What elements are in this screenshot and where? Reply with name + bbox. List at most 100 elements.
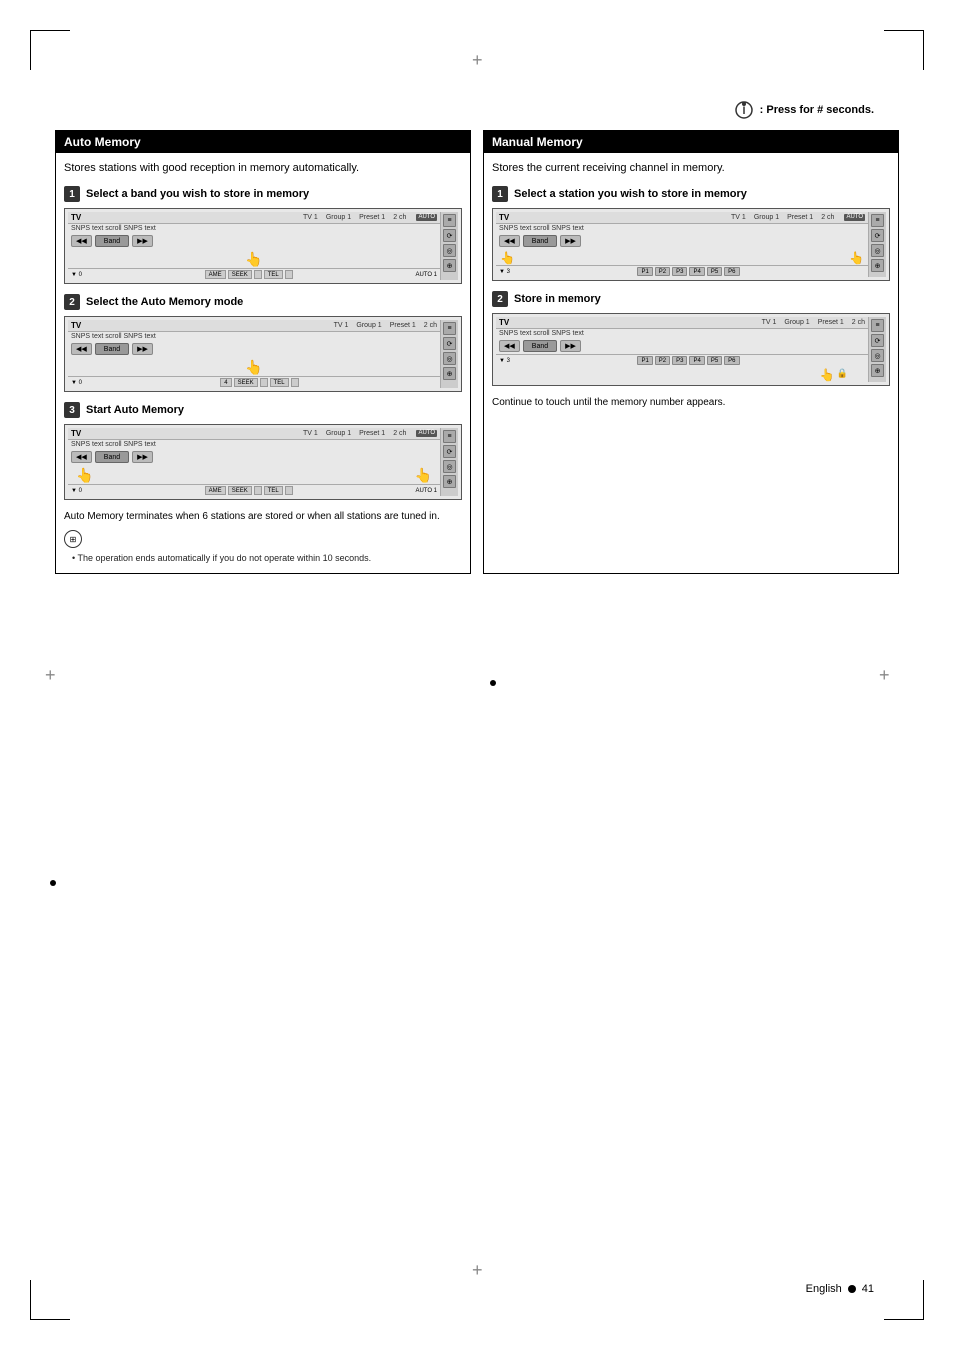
manual-preset2-p1[interactable]: P1 xyxy=(637,356,652,365)
auto-memory-desc: Stores stations with good reception in m… xyxy=(64,161,462,176)
bullet-dot-right xyxy=(490,680,496,686)
tv-band-btn-1[interactable]: Band xyxy=(95,235,129,247)
manual-tv-band-1[interactable]: Band xyxy=(523,235,557,247)
tv-full-3: TV TV 1 Group 1 Preset 1 2 ch AUTO SNPS … xyxy=(68,428,458,496)
tv-ame-1[interactable]: AME xyxy=(205,270,226,279)
tv-side-2: ≡ ⟳ ◎ ⊕ xyxy=(440,320,458,388)
manual-tv-info-1c: Preset 1 xyxy=(787,214,813,221)
auto-memory-note: Auto Memory terminates when 6 stations a… xyxy=(64,510,462,524)
tv-extra-3 xyxy=(285,486,293,495)
touch-2: 👆 xyxy=(68,359,440,376)
tv-presets-3: AME SEEK TEL xyxy=(84,486,413,495)
manual-preset-p6[interactable]: P6 xyxy=(724,267,739,276)
manual-memory-desc: Stores the current receiving channel in … xyxy=(492,161,890,176)
tv-info-3a: TV 1 xyxy=(303,430,318,437)
tv-prev-btn-1[interactable]: ◀◀ xyxy=(71,235,92,247)
tv-info-1b: Group 1 xyxy=(326,214,351,221)
tv-header-1: TV TV 1 Group 1 Preset 1 2 ch AUTO xyxy=(68,212,440,224)
manual-tv-label-1: TV xyxy=(499,213,509,222)
touch-hand-3a: 👆 xyxy=(76,467,93,484)
tv-next-btn-3[interactable]: ▶▶ xyxy=(132,451,153,463)
tv-prev-btn-3[interactable]: ◀◀ xyxy=(71,451,92,463)
tv-seek-2[interactable]: SEEK xyxy=(234,378,258,387)
manual-tv-next-2[interactable]: ▶▶ xyxy=(560,340,581,352)
manual-tv-prev-1[interactable]: ◀◀ xyxy=(499,235,520,247)
manual-touch-2: 👆 🔒 xyxy=(496,368,868,382)
tv-controls-2: ◀◀ Band ▶▶ xyxy=(71,343,437,355)
manual-tv-info-1: TV 1 Group 1 Preset 1 2 ch AUTO xyxy=(731,214,865,221)
tv-band-btn-3[interactable]: Band xyxy=(95,451,129,463)
manual-preset-p3[interactable]: P3 xyxy=(672,267,687,276)
tv-vol-1: ▼ 0 xyxy=(71,272,82,278)
manual-preset-p1[interactable]: P1 xyxy=(637,267,652,276)
manual-preset2-p3[interactable]: P3 xyxy=(672,356,687,365)
manual-tv-info-2c: Preset 1 xyxy=(818,319,844,326)
manual-tv-full-2: TV TV 1 Group 1 Preset 1 2 ch SNPS text … xyxy=(496,317,886,382)
manual-preset-p5[interactable]: P5 xyxy=(707,267,722,276)
tv-presets-1: AME SEEK TEL xyxy=(84,270,413,279)
side-icon-1c: ◎ xyxy=(443,244,456,257)
tv-seek-1[interactable]: SEEK xyxy=(228,270,252,279)
tv-band-btn-2[interactable]: Band xyxy=(95,343,129,355)
tv-scroll-1: SNPS text scroll SNPS text xyxy=(71,225,437,232)
side-icon-2c: ◎ xyxy=(443,352,456,365)
manual-tv-info-2d: 2 ch xyxy=(852,319,865,326)
auto-memory-step-1-header: 1 Select a band you wish to store in mem… xyxy=(64,186,462,202)
tv-next-btn-2[interactable]: ▶▶ xyxy=(132,343,153,355)
manual-preset2-p5[interactable]: P5 xyxy=(707,356,722,365)
manual-preset2-p2[interactable]: P2 xyxy=(655,356,670,365)
manual-memory-note: Continue to touch until the memory numbe… xyxy=(492,396,890,410)
tv-info-3c: Preset 1 xyxy=(359,430,385,437)
auto-memory-panel: Auto Memory Stores stations with good re… xyxy=(55,130,471,574)
manual-tv-body-1: ◀◀ Band ▶▶ xyxy=(496,233,868,249)
tv-info-1a: TV 1 xyxy=(303,214,318,221)
tv-seek-3[interactable]: SEEK xyxy=(228,486,252,495)
press-icon xyxy=(734,100,754,120)
tv-prev-btn-2[interactable]: ◀◀ xyxy=(71,343,92,355)
side-icon-3b: ⟳ xyxy=(443,445,456,458)
tv-header-3: TV TV 1 Group 1 Preset 1 2 ch AUTO xyxy=(68,428,440,440)
auto-memory-step-1-tv: TV TV 1 Group 1 Preset 1 2 ch AUTO SNPS … xyxy=(64,208,462,284)
tv-info-2c: Preset 1 xyxy=(390,322,416,329)
manual-preset-p4[interactable]: P4 xyxy=(689,267,704,276)
manual-memory-panel: Manual Memory Stores the current receivi… xyxy=(483,130,899,574)
manual-memory-title: Manual Memory xyxy=(492,135,583,149)
tv-info-3: TV 1 Group 1 Preset 1 2 ch AUTO xyxy=(303,430,437,437)
manual-preset-p2[interactable]: P2 xyxy=(655,267,670,276)
side-icon-3a: ≡ xyxy=(443,430,456,443)
tv-info-2: TV 1 Group 1 Preset 1 2 ch xyxy=(334,322,437,329)
manual-tv-next-1[interactable]: ▶▶ xyxy=(560,235,581,247)
tv-tel-3[interactable]: TEL xyxy=(264,486,283,495)
crosshair-bottom xyxy=(477,1270,497,1290)
store-icon: 🔒 xyxy=(837,368,848,382)
tv-ame-2[interactable]: 4 xyxy=(220,378,231,387)
bullet-note-text: The operation ends automatically if you … xyxy=(78,553,372,563)
tv-controls-1: ◀◀ Band ▶▶ xyxy=(71,235,437,247)
page-dot xyxy=(848,1285,856,1293)
manual-tv-side-2: ≡ ⟳ ◎ ⊕ xyxy=(868,317,886,382)
crosshair-top xyxy=(477,60,497,80)
manual-tv-scroll-2: SNPS text scroll SNPS text xyxy=(499,330,865,337)
manual-preset2-p4[interactable]: P4 xyxy=(689,356,704,365)
auto-memory-step-3-header: 3 Start Auto Memory xyxy=(64,402,462,418)
manual-tv-prev-2[interactable]: ◀◀ xyxy=(499,340,520,352)
tv-tel-1[interactable]: TEL xyxy=(264,270,283,279)
manual-tv-header-2: TV TV 1 Group 1 Preset 1 2 ch xyxy=(496,317,868,329)
manual-side-2d: ⊕ xyxy=(871,364,884,377)
manual-preset2-p6[interactable]: P6 xyxy=(724,356,739,365)
manual-tv-band-2[interactable]: Band xyxy=(523,340,557,352)
tv-scroll-3: SNPS text scroll SNPS text xyxy=(71,441,437,448)
manual-step-2-num: 2 xyxy=(492,291,508,307)
tv-next-btn-1[interactable]: ▶▶ xyxy=(132,235,153,247)
page-language: English xyxy=(806,1283,842,1295)
auto-memory-step-3-tv: TV TV 1 Group 1 Preset 1 2 ch AUTO SNPS … xyxy=(64,424,462,500)
auto-tag-1: AUTO xyxy=(416,214,437,221)
auto-memory-header: Auto Memory xyxy=(56,131,470,153)
tv-info-1c: Preset 1 xyxy=(359,214,385,221)
step-3-num: 3 xyxy=(64,402,80,418)
corner-mark-tl xyxy=(30,30,70,70)
tv-body-1: ◀◀ Band ▶▶ xyxy=(68,233,440,249)
tv-tel-2[interactable]: TEL xyxy=(270,378,289,387)
tv-ame-3[interactable]: AME xyxy=(205,486,226,495)
step-2-num: 2 xyxy=(64,294,80,310)
